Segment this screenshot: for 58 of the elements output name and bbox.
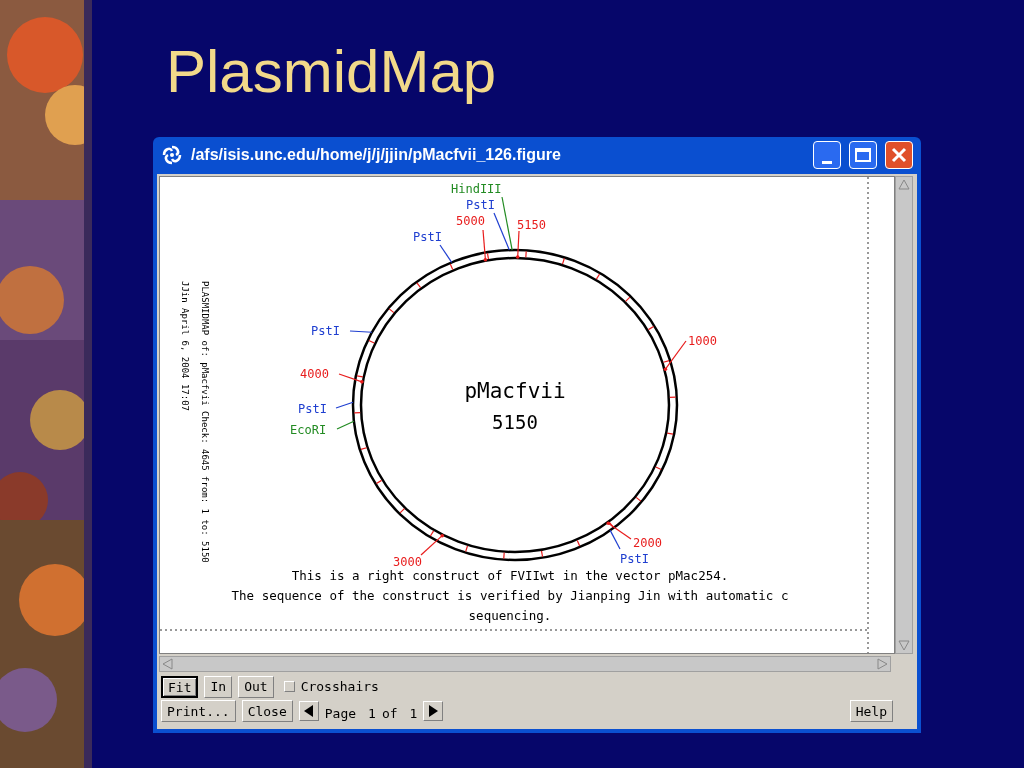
leader-line — [501, 195, 513, 251]
close-dialog-button[interactable]: Close — [241, 700, 293, 723]
enzyme-label: PstI — [311, 323, 340, 338]
position-label: 1000 — [688, 333, 717, 348]
leader-line — [439, 243, 453, 263]
caption-text: This is a right construct of FVIIwt in the vector pMac254. — [291, 567, 729, 583]
page-of-label: of — [381, 704, 398, 723]
left-triangle-icon — [303, 705, 314, 718]
enzyme-label: HindIII — [451, 181, 502, 196]
right-triangle-icon — [428, 705, 439, 718]
zoom-button[interactable]: Fit — [161, 675, 199, 698]
plasmid-name: pMacfvii — [464, 378, 566, 403]
leader-line — [335, 401, 354, 409]
page-number: 1 — [368, 704, 376, 723]
app-icon — [161, 144, 183, 167]
enzyme-label: PstI — [298, 401, 327, 416]
position-marker — [338, 372, 364, 384]
leader-line — [349, 329, 373, 333]
plasmid-length: 5150 — [492, 410, 538, 433]
leader-line — [336, 420, 355, 430]
position-label: 5150 — [517, 217, 546, 232]
maximize-icon — [855, 148, 871, 163]
position-label: 5000 — [456, 213, 485, 228]
position-label: 3000 — [393, 554, 422, 569]
zoom-button[interactable]: Out — [238, 675, 274, 698]
leader-line — [609, 529, 621, 550]
close-icon — [891, 147, 907, 164]
slide-title: PlasmidMap — [166, 42, 497, 102]
close-button[interactable] — [885, 141, 913, 170]
crosshairs-checkbox[interactable] — [283, 681, 295, 692]
position-marker — [515, 229, 520, 259]
zoom-button[interactable]: In — [204, 675, 233, 698]
previous-page-button[interactable] — [298, 701, 319, 722]
window-title: /afs/isis.unc.edu/home/j/j/jjin/pMacfvii_126.figure — [191, 145, 562, 166]
minimize-button[interactable] — [813, 141, 841, 170]
position-label: 2000 — [633, 535, 662, 550]
position-marker — [482, 228, 488, 261]
page-total: 1 — [409, 704, 418, 723]
print-button[interactable]: Print... — [161, 700, 236, 723]
enzyme-label: PstI — [620, 551, 649, 566]
help-button[interactable]: Help — [849, 700, 893, 723]
position-marker — [606, 520, 632, 540]
header-text: PLASMIDMAP of: pMacfvii Check: 4645 from: 1 to: 5150 — [200, 280, 210, 563]
position-label: 4000 — [300, 366, 329, 381]
next-page-button[interactable] — [423, 701, 444, 722]
maximize-button[interactable] — [849, 141, 877, 170]
header-text: JJin April 6, 2004 17:07 — [180, 280, 190, 411]
crosshairs-label: Crosshairs — [300, 677, 379, 696]
minimize-icon — [822, 161, 832, 165]
enzyme-label: EcoRI — [290, 422, 327, 437]
enzyme-label: PstI — [413, 229, 442, 244]
leader-line — [493, 211, 510, 251]
caption-text: The sequence of the construct is verified by Jianping Jin with automatic c — [231, 587, 789, 603]
position-marker — [663, 339, 687, 371]
position-marker — [420, 533, 445, 556]
caption-text: sequencing. — [468, 607, 552, 623]
enzyme-label: PstI — [466, 197, 495, 212]
page-label: Page — [324, 704, 357, 723]
